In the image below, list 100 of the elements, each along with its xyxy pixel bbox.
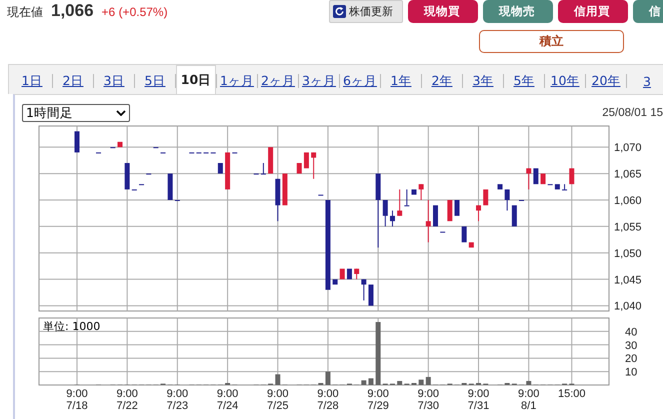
candlestick: [168, 174, 173, 200]
period-tab[interactable]: 1ヶ月: [217, 68, 257, 94]
candlestick: [533, 168, 538, 184]
candlestick: [390, 210, 395, 227]
candlestick: [569, 168, 574, 184]
buy-button[interactable]: 信用買: [558, 0, 628, 23]
candlestick: [346, 268, 352, 280]
candlestick: [512, 205, 517, 226]
axis-label: 40: [625, 326, 638, 338]
volume-bar: [325, 372, 330, 385]
axis-label: 1,040: [614, 300, 642, 313]
candlestick: [483, 189, 488, 206]
axis-label: 1,045: [614, 274, 642, 286]
axis-label: 1,050: [614, 248, 642, 260]
period-tab[interactable]: 20年: [586, 68, 626, 94]
chart-timestamp: 25/08/01 15: [602, 107, 663, 119]
candlestick: [268, 147, 274, 174]
candlestick: [412, 189, 416, 195]
axis-label: 15:00: [558, 388, 586, 400]
period-tab[interactable]: 10年: [545, 68, 585, 94]
candlestick: [304, 152, 309, 168]
axis-label: 30: [625, 340, 638, 352]
period-tab[interactable]: 2ヶ月: [258, 68, 298, 94]
axis-label: 7/23: [166, 400, 188, 412]
interval-select[interactable]: 1時間足: [22, 104, 130, 122]
candlestick: [74, 131, 80, 152]
axis-label: 1,070: [614, 142, 642, 154]
sell-button[interactable]: 現物売: [483, 0, 553, 23]
axis-label: 7/28: [317, 400, 339, 412]
volume-bar: [376, 322, 381, 385]
candlestick: [296, 163, 302, 174]
candlestick: [397, 188, 402, 216]
axis-label: 9:00: [468, 388, 490, 400]
axis-label: 7/22: [116, 400, 138, 412]
period-tab[interactable]: 1日: [12, 68, 52, 94]
candlestick: [354, 268, 360, 280]
candlestick: [275, 178, 280, 222]
period-tab[interactable]: 2年: [422, 68, 462, 94]
axis-label: 8/1: [521, 400, 536, 412]
period-tab[interactable]: 3日: [94, 68, 134, 94]
axis-label: 9:00: [267, 388, 288, 400]
candlestick: [540, 174, 546, 184]
candlestick: [418, 184, 424, 200]
candlestick: [254, 174, 259, 175]
candlestick: [404, 188, 410, 206]
volume-bar: [526, 380, 532, 385]
candlestick: [282, 174, 288, 206]
period-tab[interactable]: 3: [627, 68, 663, 94]
candlestick: [462, 226, 467, 242]
period-tab[interactable]: 6ヶ月: [340, 68, 380, 94]
candlestick: [368, 284, 374, 306]
accumulate-button[interactable]: 積立: [479, 30, 624, 53]
axis-label: 9:00: [116, 388, 138, 400]
candlestick: [476, 204, 482, 222]
axis-label: 9:00: [367, 388, 389, 400]
volume-bar: [426, 376, 431, 385]
axis-label: 1,055: [614, 221, 642, 234]
axis-label: 9:00: [166, 388, 188, 400]
candlestick: [440, 232, 446, 233]
current-price: 1,066: [51, 1, 94, 21]
candlestick: [433, 205, 438, 226]
candlestick: [504, 188, 510, 212]
refresh-button[interactable]: 株価更新: [329, 0, 403, 23]
axis-label: 7/25: [267, 400, 288, 412]
candlestick: [232, 152, 238, 154]
candlestick: [260, 162, 266, 175]
volume-bar: [397, 380, 402, 385]
axis-label: 7/30: [418, 400, 440, 412]
sell-button[interactable]: 信: [633, 0, 663, 23]
period-tab[interactable]: 3ヶ月: [299, 68, 339, 94]
candlestick: [332, 279, 338, 285]
period-tab[interactable]: 10日: [176, 65, 216, 94]
candlestick: [468, 242, 474, 248]
candlestick: [311, 152, 316, 180]
axis-label: 1,060: [614, 195, 642, 207]
candlestick: [361, 278, 366, 301]
candlestick: [96, 152, 101, 154]
period-tab[interactable]: 5年: [504, 68, 544, 94]
period-tab[interactable]: 1年: [381, 68, 421, 94]
candlestick: [447, 200, 452, 222]
volume-bar: [368, 378, 374, 385]
volume-bar: [418, 380, 424, 385]
price-change: +6 (+0.57%): [102, 5, 168, 19]
candlestick: [340, 268, 345, 280]
candlestick: [124, 163, 130, 190]
axis-label: 9:00: [418, 388, 440, 400]
candlestick: [426, 200, 431, 243]
candlestick: [454, 200, 460, 216]
candlestick: [146, 174, 152, 175]
axis-label: 20: [625, 353, 638, 366]
axis-label: 7/18: [66, 400, 88, 412]
chevron-down-icon: [116, 110, 126, 116]
period-tab[interactable]: 5日: [135, 68, 175, 94]
period-tab[interactable]: 2日: [53, 68, 93, 94]
buy-button[interactable]: 現物買: [408, 0, 478, 23]
period-tab[interactable]: 3年: [463, 68, 503, 94]
axis-label: 9:00: [216, 388, 238, 400]
candlestick: [562, 184, 568, 190]
unit-label: 単位: 1000: [43, 320, 100, 333]
axis-label: 9:00: [317, 388, 339, 400]
